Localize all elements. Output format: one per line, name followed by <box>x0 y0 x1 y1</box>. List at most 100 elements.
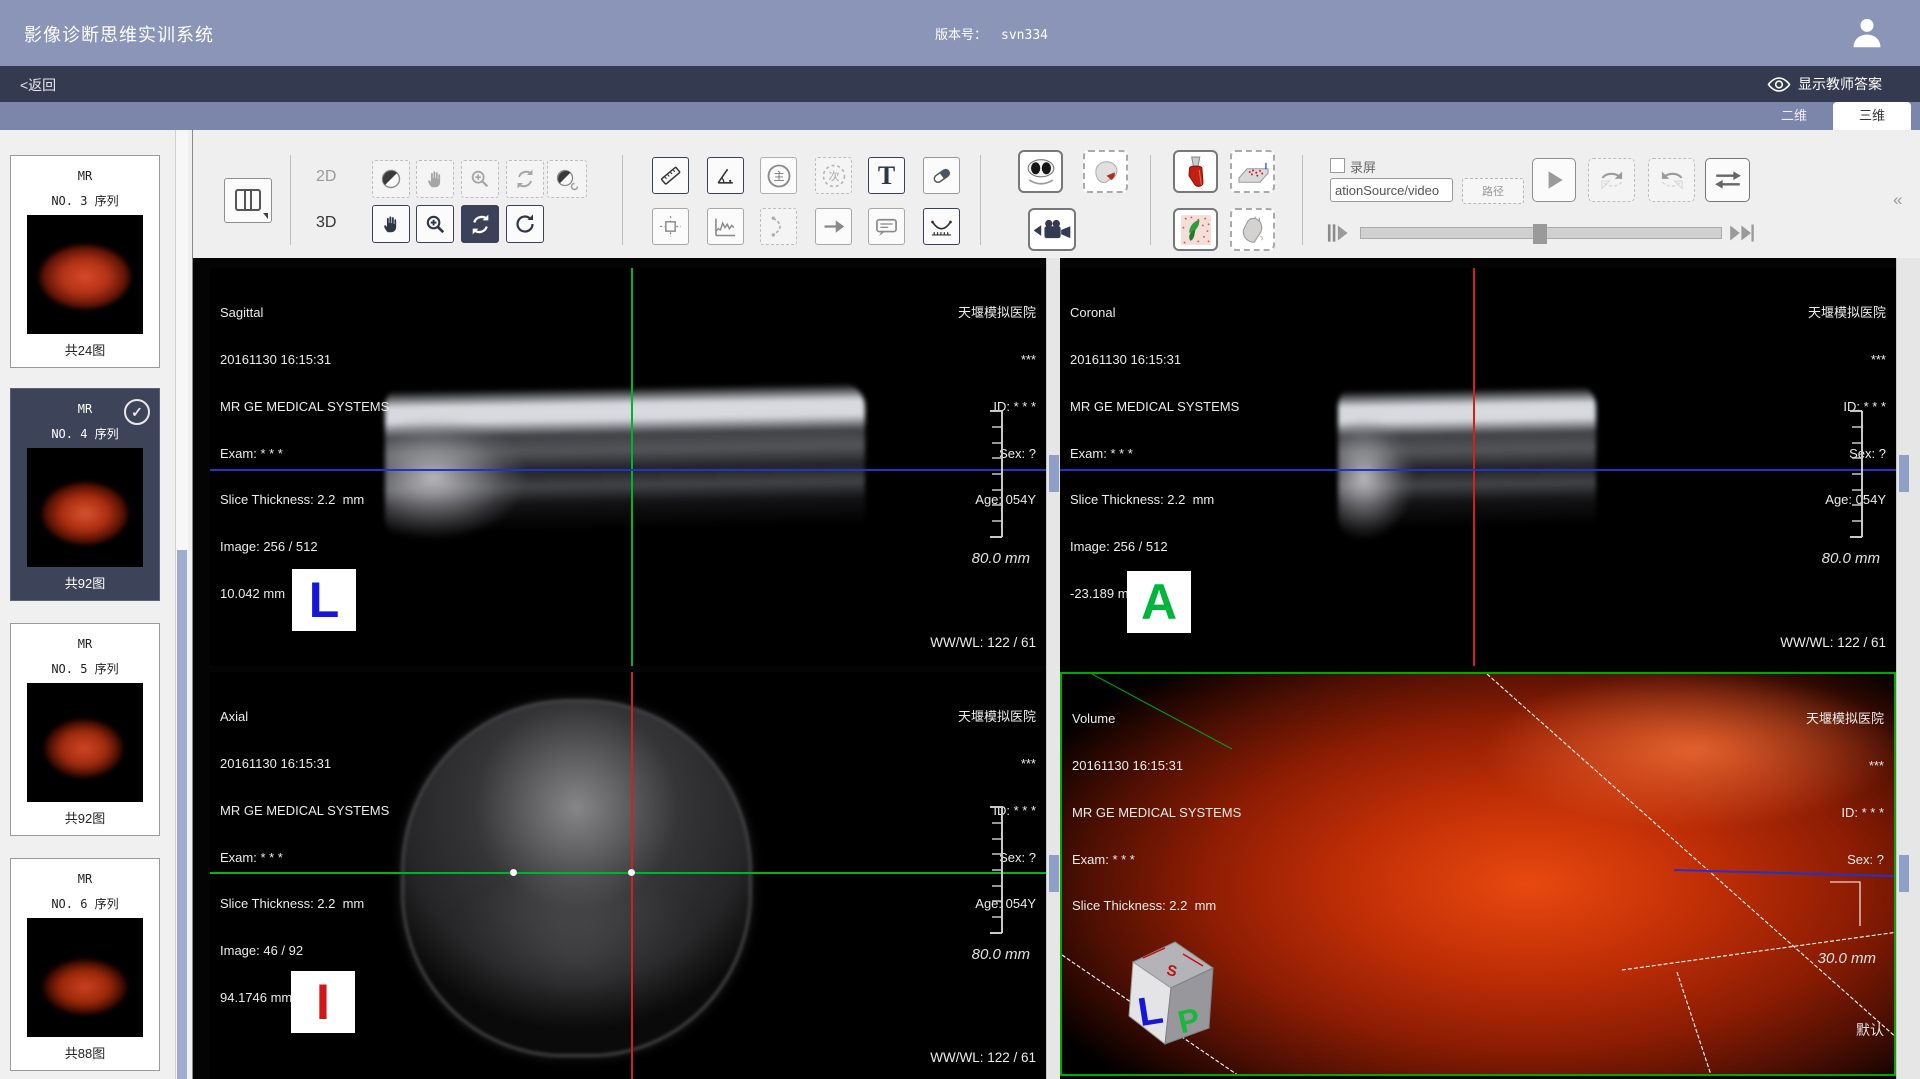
series-thumbnail <box>27 918 143 1037</box>
viewport-axial[interactable]: Axial 20161130 16:15:31 MR GE MEDICAL SY… <box>210 672 1046 1079</box>
tool-export-video[interactable] <box>1028 208 1076 251</box>
tool-comment[interactable] <box>868 208 905 245</box>
view-mode-tabs: 二维 三维 <box>0 102 1920 130</box>
measure-angle-icon <box>713 163 738 188</box>
loop-backward-icon <box>1656 167 1688 193</box>
record-path-input[interactable] <box>1330 178 1453 202</box>
ct-slice-lungs-icon <box>1023 157 1059 187</box>
layout-button[interactable] <box>224 178 272 223</box>
svg-text:次: 次 <box>828 169 839 183</box>
fast-forward-icon[interactable] <box>1727 222 1759 244</box>
back-button[interactable]: <返回 <box>20 75 56 95</box>
series-name: NO. 4 序列 <box>11 425 159 442</box>
slice-scroll-thumb[interactable] <box>1049 455 1059 492</box>
study-datetime: 20161130 16:15:31 <box>1070 352 1239 368</box>
device-name: MR GE MEDICAL SYSTEMS <box>220 803 389 819</box>
tool-2d-rotate[interactable] <box>506 160 544 198</box>
user-avatar-icon[interactable] <box>1848 14 1886 52</box>
loop-forward-button[interactable] <box>1588 158 1635 202</box>
record-label[interactable]: 录屏 <box>1350 157 1376 176</box>
tool-heart[interactable] <box>1230 208 1275 251</box>
tool-curve-measure[interactable] <box>923 208 960 245</box>
eraser-icon <box>929 163 954 188</box>
series-thumbnail <box>27 683 143 802</box>
movie-camera-icon <box>1032 216 1072 244</box>
patient-table-icon <box>1236 158 1270 186</box>
fast-rewind-icon[interactable] <box>1326 222 1354 244</box>
video-progress-thumb[interactable] <box>1533 224 1547 244</box>
hospital-name: 天堰模拟医院 <box>958 709 1036 725</box>
viewport-volume[interactable]: L P S Volume 20161130 16:15:31 MR GE MED… <box>1060 672 1896 1076</box>
skull-3d-icon <box>1090 157 1122 187</box>
tab-3d[interactable]: 三维 <box>1833 102 1911 130</box>
swap-button[interactable] <box>1705 158 1750 202</box>
overlay-left: Volume 20161130 16:15:31 MR GE MEDICAL S… <box>1072 680 1241 945</box>
dropdown-caret-icon <box>263 213 268 219</box>
tool-2d-window-level[interactable] <box>372 160 410 198</box>
tool-roi[interactable] <box>652 208 689 245</box>
tool-measure-angle[interactable] <box>707 157 744 194</box>
series-card-3[interactable]: MR NO. 3 序列 共24图 <box>10 155 160 368</box>
tool-3d-rotate[interactable] <box>461 205 499 243</box>
tool-eraser[interactable] <box>923 157 960 194</box>
tab-2d[interactable]: 二维 <box>1755 102 1833 130</box>
tool-ct-slice[interactable] <box>1018 150 1063 193</box>
viewport-sagittal[interactable]: Sagittal 20161130 16:15:31 MR GE MEDICAL… <box>210 268 1046 666</box>
scale-ruler <box>980 408 1010 540</box>
device-name: MR GE MEDICAL SYSTEMS <box>220 399 389 415</box>
loop-backward-button[interactable] <box>1648 158 1695 202</box>
tool-profile-curve[interactable] <box>707 208 744 245</box>
series-thumbnail <box>27 448 143 567</box>
tool-3d-reset[interactable] <box>506 205 544 243</box>
tool-cursor-primary[interactable]: 主 <box>760 157 797 194</box>
tool-patient-table[interactable] <box>1230 150 1275 193</box>
rotate-icon <box>513 167 537 191</box>
tool-arrow-annotation[interactable] <box>815 208 852 245</box>
series-count: 共88图 <box>11 1043 159 1062</box>
scale-label: 30.0 mm <box>1818 950 1876 967</box>
curve-measure-icon <box>928 213 955 240</box>
tool-knee-bone[interactable] <box>1173 150 1218 193</box>
slice-scroll-thumb[interactable] <box>1049 855 1059 892</box>
orientation-cube[interactable]: L P S <box>1117 932 1222 1050</box>
slice-scroll-thumb[interactable] <box>1899 855 1909 892</box>
collapse-chevron-icon[interactable]: « <box>1893 190 1902 210</box>
tool-3d-zoom[interactable] <box>416 205 454 243</box>
tool-2d-window-reset[interactable] <box>547 160 587 198</box>
slice-scrollbar-right-column[interactable] <box>1896 258 1920 1079</box>
series-card-4[interactable]: MR NO. 4 序列 ✓ 共92图 <box>10 388 160 601</box>
scale-label: 80.0 mm <box>1822 550 1880 567</box>
tool-3d-pan[interactable] <box>372 205 410 243</box>
label-3d: 3D <box>316 214 336 232</box>
series-name: NO. 5 序列 <box>11 660 159 677</box>
version-label: 版本号： <box>935 27 987 42</box>
tool-2d-zoom[interactable] <box>461 160 499 198</box>
slice-scrollbar-left-column[interactable] <box>1046 258 1060 1079</box>
sidebar-scrollbar[interactable] <box>175 130 188 1079</box>
layout-grid-icon <box>233 188 263 214</box>
exam-label: Exam: * * * <box>1072 852 1241 868</box>
tool-text-annotation[interactable]: T <box>868 157 905 194</box>
show-teacher-answer-button[interactable]: 显示教师答案 <box>1767 74 1882 94</box>
tool-skull-3d[interactable] <box>1083 150 1128 193</box>
tool-2d-pan[interactable] <box>416 160 454 198</box>
wwwl-label: WW/WL: 122 / 61 <box>1780 635 1886 650</box>
roi-box-icon <box>658 214 683 239</box>
pan-hand-icon <box>424 168 446 190</box>
tool-measure-line[interactable] <box>652 157 689 194</box>
play-button[interactable] <box>1532 158 1576 202</box>
series-card-6[interactable]: MR NO. 6 序列 共88图 <box>10 858 160 1071</box>
video-progress-track[interactable] <box>1360 227 1722 239</box>
orientation-marker: L <box>292 569 356 631</box>
series-modality: MR <box>11 169 159 183</box>
tool-tissue-leaf[interactable] <box>1173 208 1218 251</box>
path-button[interactable]: 路径 <box>1462 178 1524 204</box>
tool-cursor-secondary[interactable]: 次 <box>815 157 852 194</box>
sidebar-scrollbar-thumb[interactable] <box>177 550 187 1079</box>
patient-sex: Sex: ? <box>1806 852 1884 868</box>
slice-scroll-thumb[interactable] <box>1899 455 1909 492</box>
viewport-coronal[interactable]: Coronal 20161130 16:15:31 MR GE MEDICAL … <box>1060 268 1896 666</box>
series-card-5[interactable]: MR NO. 5 序列 共92图 <box>10 623 160 836</box>
record-checkbox[interactable] <box>1330 158 1345 173</box>
tool-spline[interactable] <box>760 208 797 245</box>
